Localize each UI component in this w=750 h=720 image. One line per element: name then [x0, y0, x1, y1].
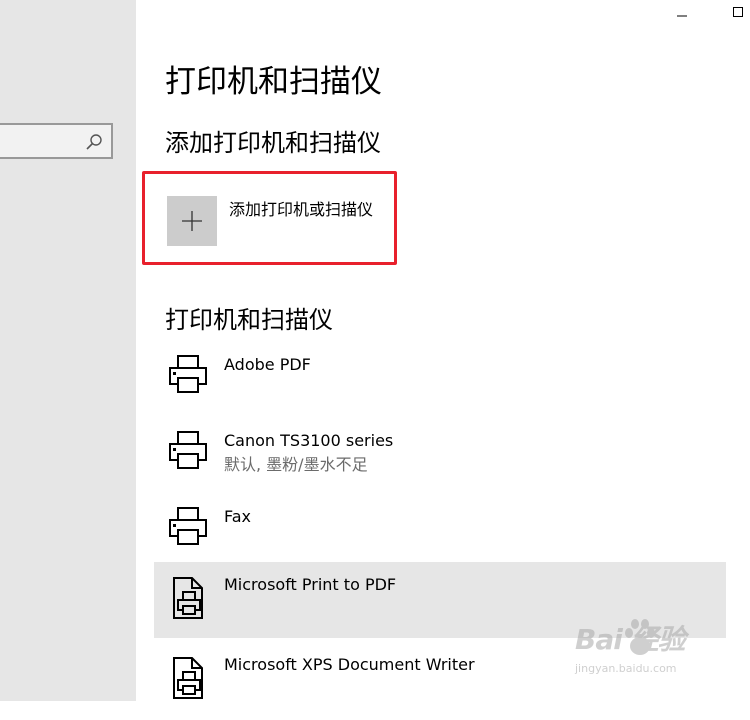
search-icon[interactable] [85, 133, 103, 151]
printer-icon [169, 431, 207, 469]
watermark-url: jingyan.baidu.com [575, 662, 677, 675]
search-input[interactable] [0, 123, 113, 159]
device-status: 默认, 墨粉/墨水不足 [224, 455, 368, 474]
minimize-button[interactable] [672, 2, 692, 22]
device-item-canon-ts3100[interactable]: Canon TS3100 series 默认, 墨粉/墨水不足 [154, 418, 726, 494]
add-section-heading: 添加打印机和扫描仪 [165, 129, 381, 157]
device-name: Microsoft XPS Document Writer [224, 655, 475, 674]
device-name: Microsoft Print to PDF [224, 575, 397, 594]
printer-icon [169, 355, 207, 393]
plus-icon [182, 211, 202, 231]
device-item-adobe-pdf[interactable]: Adobe PDF [154, 342, 726, 418]
pdf-printer-icon [173, 657, 203, 699]
paw-icon [625, 619, 655, 655]
maximize-button[interactable] [728, 2, 748, 22]
device-name: Adobe PDF [224, 355, 311, 374]
device-name: Canon TS3100 series [224, 431, 394, 450]
watermark: Bai 经验 jingyan.baidu.com [575, 618, 715, 688]
device-name: Fax [224, 507, 252, 526]
sidebar [0, 0, 136, 701]
devices-section-heading: 打印机和扫描仪 [165, 306, 333, 334]
maximize-icon [733, 7, 743, 17]
pdf-printer-icon [173, 577, 203, 619]
device-item-fax[interactable]: Fax [154, 494, 726, 570]
add-printer-label[interactable]: 添加打印机或扫描仪 [229, 199, 373, 221]
printer-icon [169, 507, 207, 545]
minimize-icon [677, 15, 687, 17]
page-title: 打印机和扫描仪 [165, 64, 382, 100]
add-printer-button[interactable] [167, 196, 217, 246]
